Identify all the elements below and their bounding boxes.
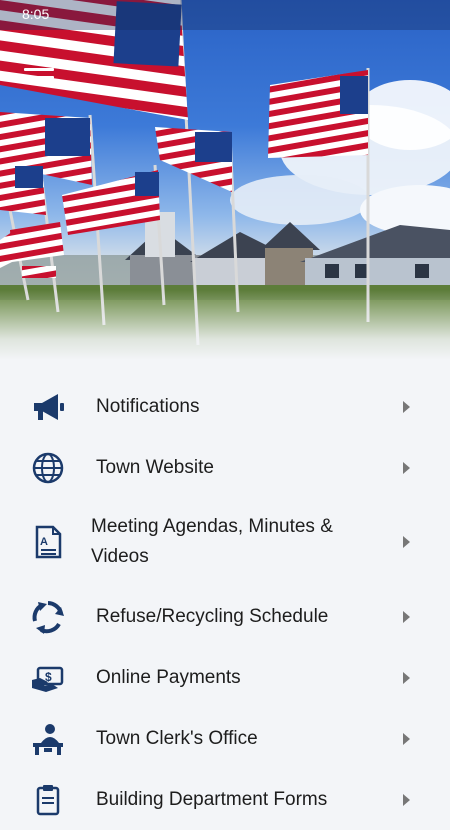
menu-item-town-website[interactable]: Town Website xyxy=(0,437,450,498)
document-icon: A xyxy=(35,525,62,559)
recycle-icon xyxy=(32,600,64,634)
status-time: 8:05 xyxy=(22,6,50,22)
menu-item-label: Town Clerk's Office xyxy=(96,727,258,749)
menu-item-label: Town Website xyxy=(96,456,214,478)
megaphone-icon xyxy=(34,393,64,420)
menu-list: Notifications Town Website A Meeting Age… xyxy=(0,376,450,830)
menu-item-label: Notifications xyxy=(96,395,200,417)
globe-icon xyxy=(32,452,64,483)
svg-text:A: A xyxy=(40,536,48,548)
menu-item-label: Online Payments xyxy=(96,666,241,688)
chevron-right-icon xyxy=(403,536,410,548)
hero-fade xyxy=(0,290,450,360)
chevron-right-icon xyxy=(403,400,410,413)
menu-item-meeting-agendas[interactable]: A Meeting Agendas, Minutes & Videos xyxy=(0,498,450,586)
menu-item-refuse-recycling[interactable]: Refuse/Recycling Schedule xyxy=(0,586,450,647)
status-bar: 8:05 xyxy=(0,0,450,30)
menu-item-notifications[interactable]: Notifications xyxy=(0,376,450,437)
menu-item-town-clerk[interactable]: Town Clerk's Office xyxy=(0,708,450,769)
chevron-right-icon xyxy=(403,732,410,745)
menu-item-label: Refuse/Recycling Schedule xyxy=(96,605,329,627)
chevron-right-icon xyxy=(403,461,410,474)
chevron-right-icon xyxy=(403,610,410,623)
hamburger-menu-icon[interactable] xyxy=(24,60,54,82)
menu-item-online-payments[interactable]: $ Online Payments xyxy=(0,647,450,708)
menu-item-label: Meeting Agendas, Minutes & Videos xyxy=(91,516,333,567)
clerk-desk-icon xyxy=(33,723,63,755)
payment-icon: $ xyxy=(32,666,64,692)
hero-image: 8:05 xyxy=(0,0,450,360)
chevron-right-icon xyxy=(403,671,410,684)
